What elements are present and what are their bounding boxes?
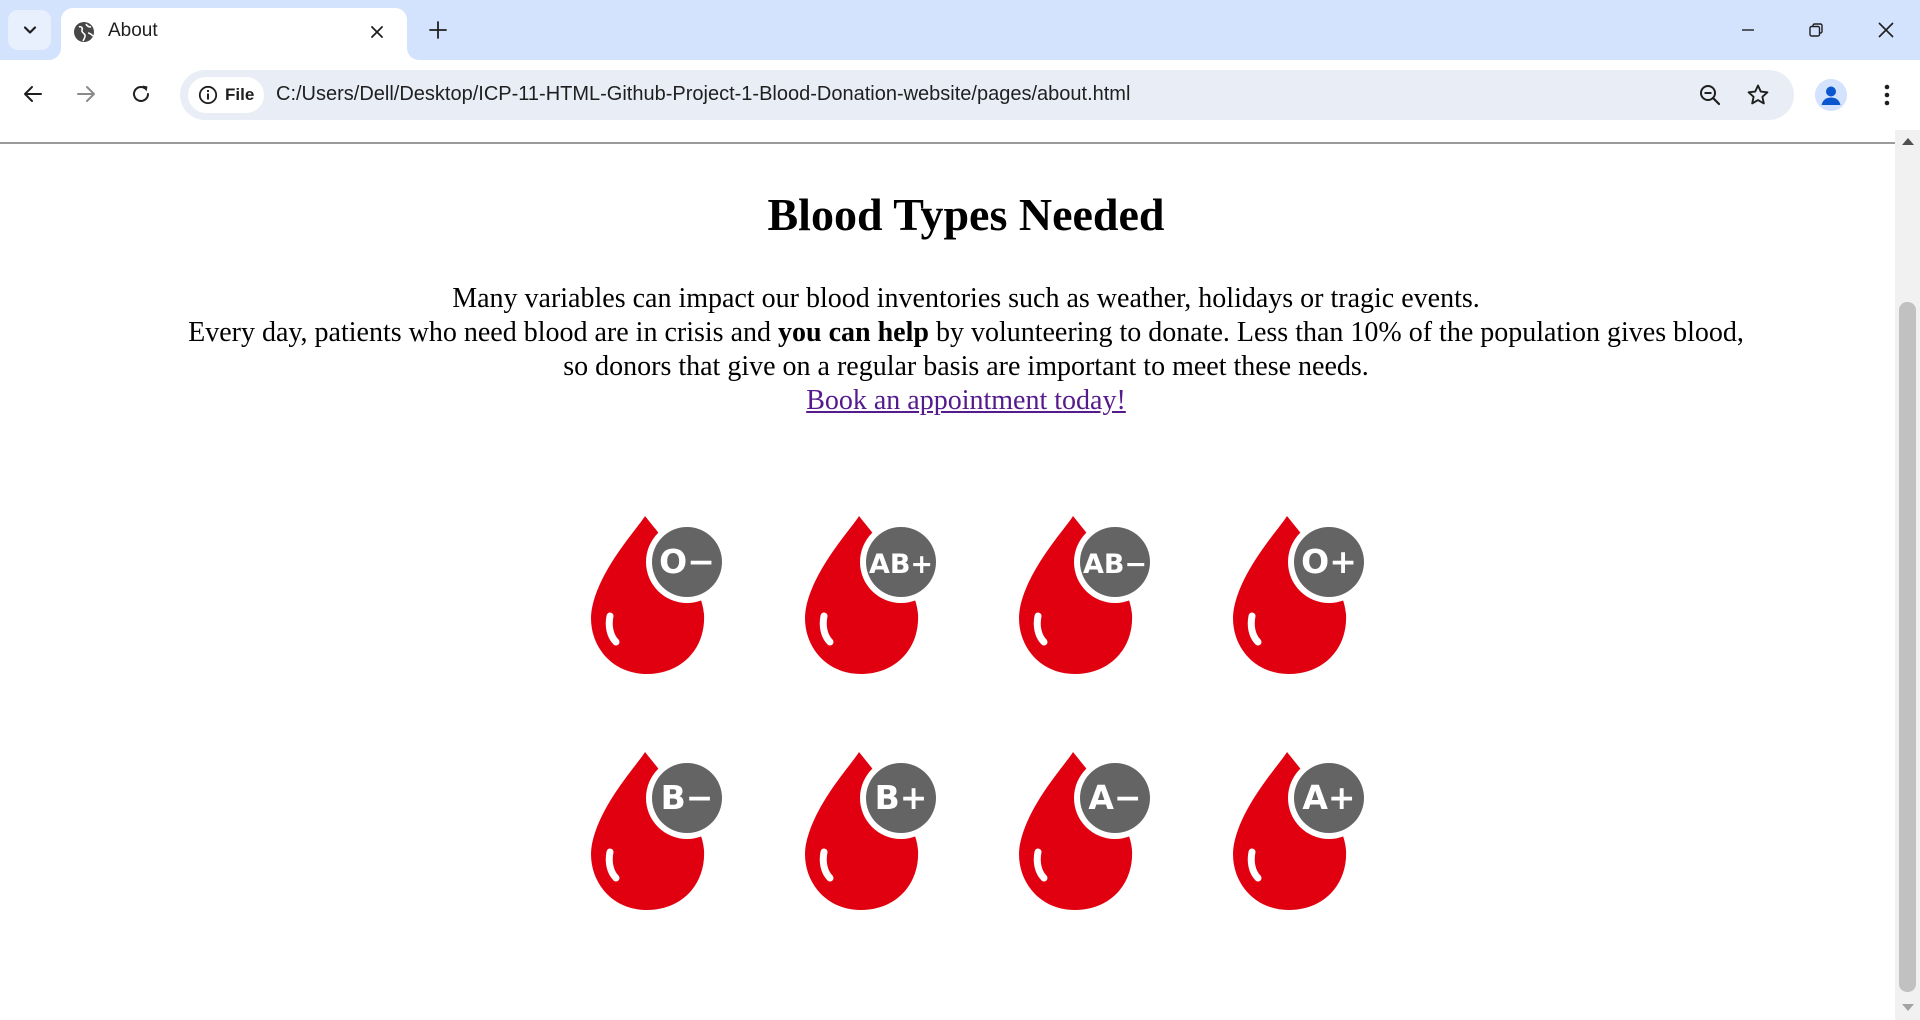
scrollbar[interactable] <box>1895 130 1920 1020</box>
bookmark-button[interactable] <box>1744 81 1772 109</box>
blood-type-label: A− <box>1088 778 1141 817</box>
blood-type-drop: O+ <box>1222 508 1382 678</box>
scroll-down-arrow[interactable] <box>1902 1004 1914 1011</box>
blood-type-drop: AB− <box>1008 508 1168 678</box>
reload-icon <box>133 85 149 102</box>
blood-type-label: AB+ <box>869 549 933 580</box>
restore-icon <box>1809 23 1823 37</box>
tab-close-button[interactable] <box>365 20 389 44</box>
blood-drop-icon: A+ <box>1233 752 1370 910</box>
tab-search-button[interactable] <box>8 10 51 50</box>
address-bar[interactable]: File C:/Users/Dell/Desktop/ICP-11-HTML-G… <box>180 70 1794 120</box>
back-button[interactable] <box>14 75 52 113</box>
blood-type-drop: O− <box>580 508 740 678</box>
blood-type-label: B+ <box>875 778 928 817</box>
blood-drop-icon: B− <box>591 752 728 910</box>
chevron-down-icon <box>23 26 36 34</box>
page-title: Blood Types Needed <box>767 189 1165 240</box>
intro-line-3: so donors that give on a regular basis a… <box>563 351 1369 382</box>
blood-type-label: O− <box>659 542 715 581</box>
browser-menu-button[interactable] <box>1872 77 1902 113</box>
close-icon <box>371 26 383 38</box>
blood-type-label: O+ <box>1301 542 1357 581</box>
blood-drop-icon: AB+ <box>805 516 942 674</box>
browser-toolbar: File C:/Users/Dell/Desktop/ICP-11-HTML-G… <box>0 60 1920 130</box>
blood-type-drop: B− <box>580 744 740 914</box>
blood-drop-icon: A− <box>1019 752 1156 910</box>
star-icon <box>1747 84 1769 105</box>
intro-line-2: Every day, patients who need blood are i… <box>0 316 1895 350</box>
blood-type-drop: A+ <box>1222 744 1382 914</box>
tab-strip: About <box>0 0 1920 60</box>
site-chip-label: File <box>225 85 255 104</box>
intro-text: Every day, patients who need blood are i… <box>188 317 771 348</box>
blood-drop-icon: O− <box>591 516 728 674</box>
reload-button[interactable] <box>122 75 160 113</box>
active-tab[interactable]: About <box>61 8 407 60</box>
divider <box>0 142 1895 144</box>
blood-type-label: B− <box>661 778 714 817</box>
blood-type-drop: B+ <box>794 744 954 914</box>
scrollbar-thumb[interactable] <box>1899 302 1916 992</box>
close-icon <box>1878 22 1894 38</box>
arrow-right-icon <box>77 86 95 102</box>
intro-text: by volunteering to donate. Less than 10%… <box>935 317 1744 348</box>
blood-type-label: A+ <box>1302 778 1355 817</box>
close-window-button[interactable] <box>1852 0 1920 60</box>
zoom-button[interactable] <box>1696 81 1724 109</box>
minimize-button[interactable] <box>1714 0 1782 60</box>
site-info-chip[interactable]: File <box>188 77 264 113</box>
book-appointment-link[interactable]: Book an appointment today! <box>806 385 1126 416</box>
blood-type-drop: AB+ <box>794 508 954 678</box>
minimize-icon <box>1742 29 1754 31</box>
restore-button[interactable] <box>1782 0 1850 60</box>
info-icon <box>198 85 218 105</box>
scroll-up-arrow[interactable] <box>1902 138 1914 145</box>
url-text[interactable]: C:/Users/Dell/Desktop/ICP-11-HTML-Github… <box>276 83 1130 106</box>
person-icon <box>1815 79 1847 111</box>
blood-type-label: AB− <box>1083 549 1147 580</box>
forward-button[interactable] <box>67 75 105 113</box>
globe-icon <box>74 22 94 42</box>
blood-drop-icon: B+ <box>805 752 942 910</box>
blood-drop-icon: O+ <box>1233 516 1370 674</box>
blood-drop-icon: AB− <box>1019 516 1156 674</box>
more-vertical-icon <box>1884 84 1890 106</box>
intro-paragraph: Many variables can impact our blood inve… <box>0 282 1895 418</box>
intro-line-1: Many variables can impact our blood inve… <box>452 283 1480 314</box>
blood-type-drop: A− <box>1008 744 1168 914</box>
zoom-out-icon <box>1700 85 1721 106</box>
tab-title: About <box>108 20 158 41</box>
arrow-left-icon <box>24 86 42 102</box>
plus-icon <box>429 21 447 39</box>
page-viewport: Blood Types Needed Many variables can im… <box>0 130 1895 1020</box>
new-tab-button[interactable] <box>422 14 454 46</box>
intro-emphasis: you can help <box>778 317 929 348</box>
profile-button[interactable] <box>1815 79 1847 111</box>
